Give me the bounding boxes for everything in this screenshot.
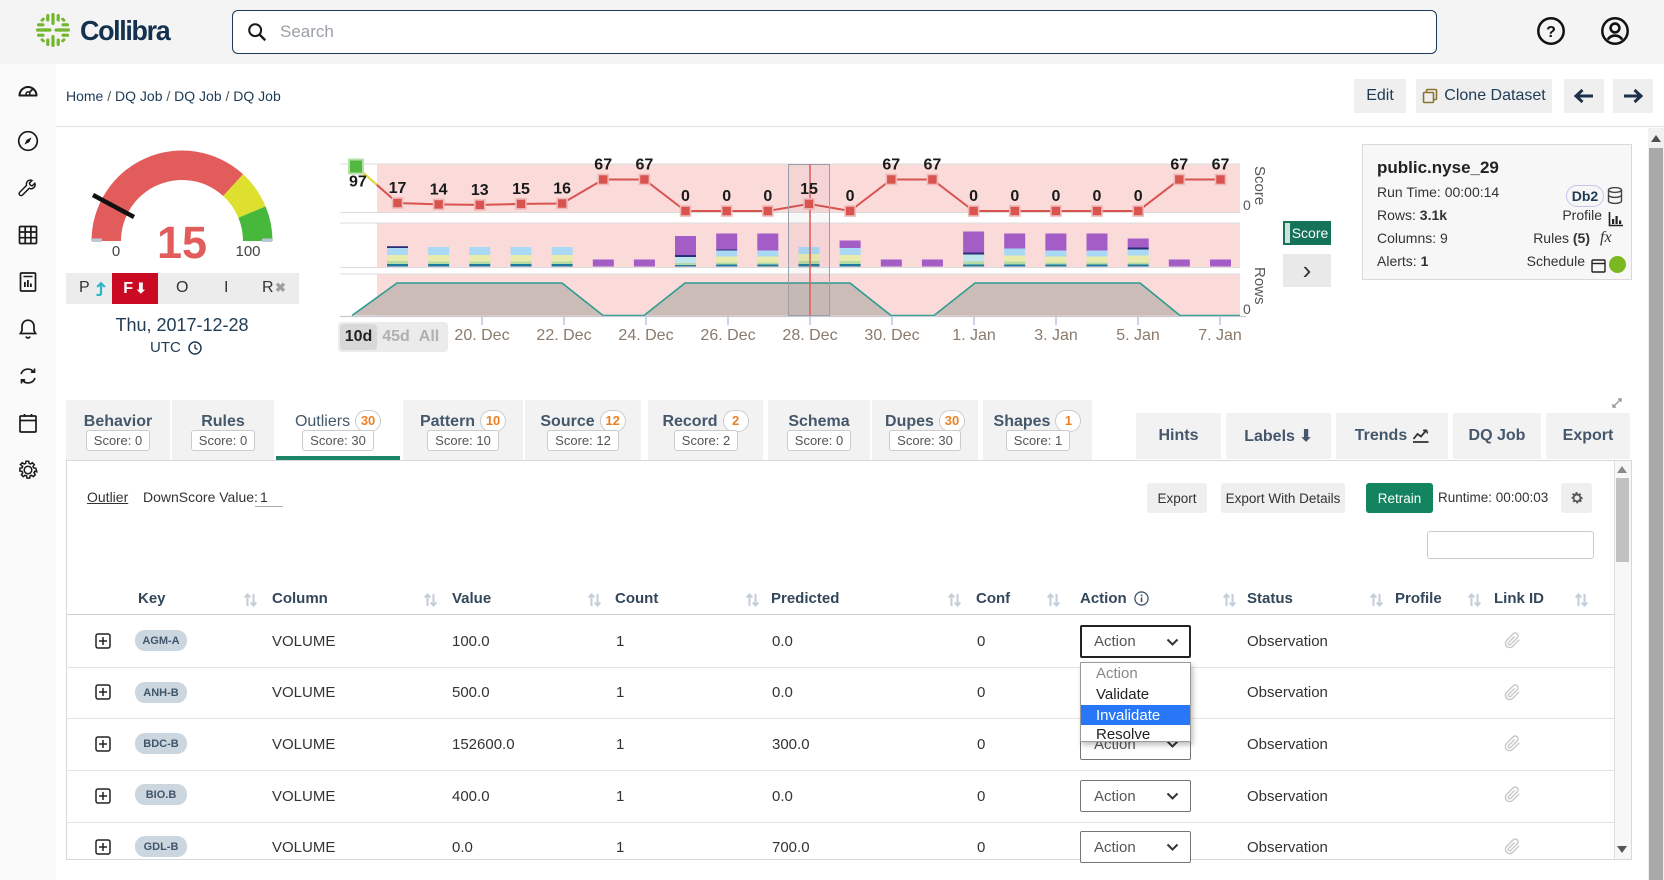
svg-text:24. Dec: 24. Dec: [618, 327, 673, 344]
svg-text:17: 17: [389, 180, 407, 197]
svg-text:15: 15: [512, 181, 530, 198]
svg-text:26. Dec: 26. Dec: [700, 327, 755, 344]
svg-text:14: 14: [430, 181, 448, 198]
svg-text:16: 16: [553, 181, 571, 198]
svg-text:0: 0: [722, 188, 731, 205]
svg-text:0: 0: [681, 188, 690, 205]
svg-text:7. Jan: 7. Jan: [1198, 327, 1242, 344]
svg-text:?: ?: [1546, 24, 1556, 41]
svg-text:13: 13: [471, 182, 489, 199]
svg-text:15: 15: [800, 181, 818, 198]
svg-text:0: 0: [1051, 188, 1060, 205]
svg-text:0: 0: [763, 188, 772, 205]
svg-text:0: 0: [1243, 301, 1251, 317]
svg-text:67: 67: [1170, 157, 1188, 174]
svg-text:67: 67: [924, 157, 942, 174]
svg-text:67: 67: [882, 157, 900, 174]
svg-text:22. Dec: 22. Dec: [536, 327, 591, 344]
svg-text:28. Dec: 28. Dec: [782, 327, 837, 344]
svg-text:5. Jan: 5. Jan: [1116, 327, 1160, 344]
svg-text:0: 0: [846, 188, 855, 205]
svg-text:0: 0: [1010, 188, 1019, 205]
svg-text:97: 97: [349, 174, 367, 191]
svg-text:0: 0: [1093, 188, 1102, 205]
svg-text:0: 0: [969, 188, 978, 205]
svg-text:20. Dec: 20. Dec: [454, 327, 509, 344]
svg-text:67: 67: [1212, 157, 1230, 174]
svg-text:1. Jan: 1. Jan: [952, 327, 996, 344]
svg-text:67: 67: [636, 157, 654, 174]
svg-text:3. Jan: 3. Jan: [1034, 327, 1078, 344]
svg-text:30. Dec: 30. Dec: [864, 327, 919, 344]
svg-text:0: 0: [1134, 188, 1143, 205]
svg-text:67: 67: [594, 157, 612, 174]
svg-text:0: 0: [1243, 197, 1251, 213]
